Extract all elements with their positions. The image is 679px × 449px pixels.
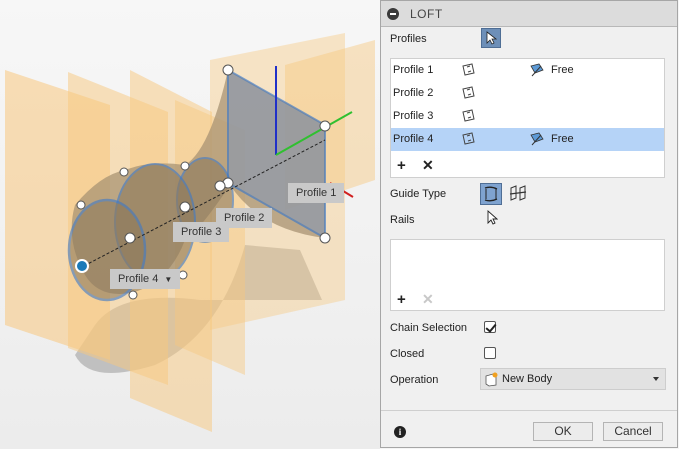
operation-label: Operation bbox=[390, 374, 439, 386]
list-item-profile-4[interactable]: Profile 4 Free bbox=[391, 128, 664, 151]
profile-icon bbox=[462, 109, 475, 122]
profiles-label: Profiles bbox=[390, 33, 427, 45]
operation-select[interactable]: New Body bbox=[480, 368, 666, 390]
guide-rails-icon bbox=[484, 186, 498, 202]
guide-centerline-icon bbox=[509, 185, 527, 201]
add-icon[interactable]: + bbox=[397, 158, 406, 173]
profile-name: Profile 1 bbox=[393, 64, 434, 76]
remove-icon[interactable]: ✕ bbox=[422, 158, 434, 173]
viewport-label-profile-3[interactable]: Profile 3 bbox=[173, 222, 230, 242]
profiles-list[interactable]: Profile 1 Free Profile 2 Profile 3 Profi… bbox=[390, 58, 665, 178]
info-icon[interactable]: i bbox=[394, 426, 406, 438]
cancel-button[interactable]: Cancel bbox=[603, 422, 663, 441]
cursor-icon[interactable] bbox=[486, 210, 498, 226]
list-item-profile-1[interactable]: Profile 1 Free bbox=[391, 59, 664, 82]
guide-rails-button[interactable] bbox=[480, 183, 502, 205]
dialog-titlebar[interactable]: LOFT bbox=[381, 1, 677, 27]
guide-type-label: Guide Type bbox=[390, 188, 447, 200]
profile-condition[interactable]: Free bbox=[551, 133, 574, 145]
dropdown-arrow-icon[interactable]: ▼ bbox=[164, 275, 172, 284]
guide-centerline-button[interactable] bbox=[508, 183, 530, 205]
new-body-icon bbox=[485, 372, 498, 387]
remove-icon: ✕ bbox=[422, 291, 434, 307]
profile-icon bbox=[462, 132, 475, 145]
viewport-label-profile-4-text: Profile 4 bbox=[118, 273, 159, 285]
profile-icon bbox=[462, 63, 475, 76]
loft-dialog: LOFT Profiles Profile 1 Free Profile 2 P… bbox=[380, 0, 678, 448]
closed-checkbox[interactable] bbox=[484, 347, 496, 359]
profile-name: Profile 3 bbox=[393, 110, 434, 122]
chain-selection-checkbox[interactable] bbox=[484, 321, 496, 333]
pointer-icon bbox=[486, 31, 497, 45]
free-condition-icon[interactable] bbox=[529, 131, 545, 147]
ok-button[interactable]: OK bbox=[533, 422, 593, 441]
viewport-label-profile-4[interactable]: Profile 4 ▼ bbox=[110, 269, 181, 289]
profile-4-start-point[interactable] bbox=[75, 259, 89, 273]
operation-value: New Body bbox=[502, 373, 553, 385]
list-item-profile-3[interactable]: Profile 3 bbox=[391, 105, 664, 128]
chevron-down-icon[interactable] bbox=[653, 377, 659, 381]
rails-list[interactable]: + ✕ bbox=[390, 239, 665, 311]
canvas-viewport[interactable]: Profile 1 Profile 2 Profile 3 Profile 4 ▼ bbox=[0, 0, 380, 449]
free-condition-icon[interactable] bbox=[529, 62, 545, 78]
closed-label: Closed bbox=[390, 348, 425, 360]
collapse-icon[interactable] bbox=[387, 7, 399, 20]
dialog-footer: i OK Cancel bbox=[381, 410, 677, 449]
profile-condition[interactable]: Free bbox=[551, 64, 574, 76]
dialog-title: LOFT bbox=[410, 6, 443, 21]
profiles-select-button[interactable] bbox=[481, 28, 501, 48]
profile-name: Profile 4 bbox=[393, 133, 434, 145]
viewport-label-profile-1[interactable]: Profile 1 bbox=[288, 183, 345, 203]
list-item-profile-2[interactable]: Profile 2 bbox=[391, 82, 664, 105]
profile-icon bbox=[462, 86, 475, 99]
chain-selection-label: Chain Selection bbox=[390, 322, 468, 334]
rails-label: Rails bbox=[390, 214, 415, 226]
add-icon[interactable]: + bbox=[397, 292, 406, 307]
profile-name: Profile 2 bbox=[393, 87, 434, 99]
